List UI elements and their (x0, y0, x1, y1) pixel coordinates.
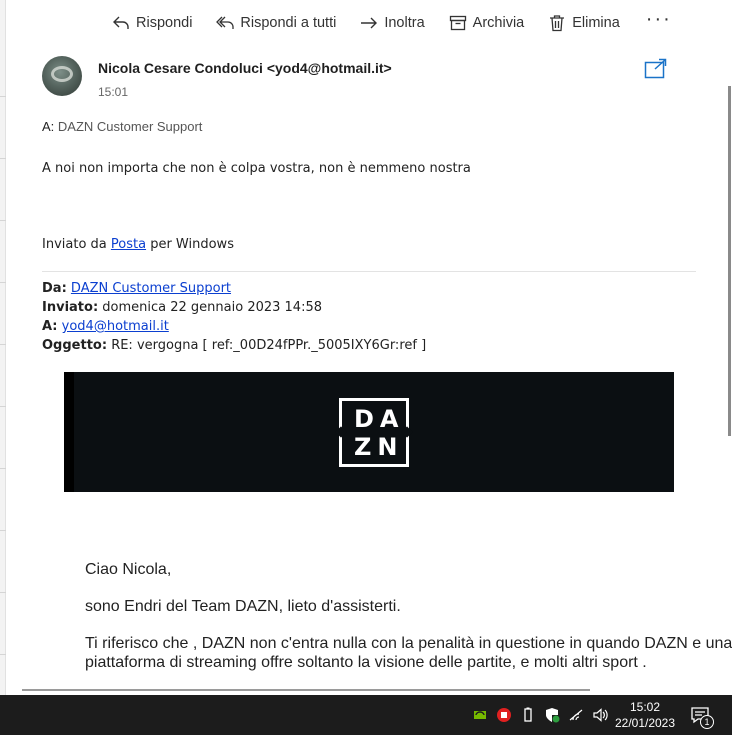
nvidia-icon[interactable] (472, 707, 488, 723)
logo-line2: ZN (354, 433, 404, 461)
reply-all-icon (216, 16, 235, 29)
sender[interactable]: Nicola Cesare Condoluci <yod4@hotmail.it… (98, 60, 392, 76)
quote-divider (42, 271, 696, 272)
app-tray-icon[interactable] (496, 707, 512, 723)
open-new-window-icon[interactable] (644, 58, 668, 80)
trash-icon (550, 15, 565, 32)
quoted-to-label: A: (42, 319, 58, 334)
forward-button[interactable]: Inoltra (348, 8, 436, 38)
system-clock[interactable]: 15:02 22/01/2023 (610, 699, 680, 731)
reply-all-label: Rispondi a tutti (240, 15, 337, 31)
to-recipient[interactable]: DAZN Customer Support (58, 119, 203, 134)
reply-all-button[interactable]: Rispondi a tutti (204, 8, 348, 38)
quoted-from-row: Da: DAZN Customer Support (42, 279, 426, 298)
reply-label: Rispondi (136, 15, 193, 31)
to-label: A: (42, 119, 55, 134)
reply-paragraph-line2: piattaforma di streaming offre soltanto … (85, 654, 647, 671)
forward-label: Inoltra (384, 15, 425, 31)
reply-paragraph-line1: Ti riferisco che , DAZN non c'entra null… (85, 635, 732, 652)
delete-button[interactable]: Elimina (536, 8, 632, 38)
usb-icon[interactable] (520, 707, 536, 723)
archive-button[interactable]: Archivia (437, 8, 537, 38)
left-panel-edge (0, 0, 6, 695)
vertical-scrollbar[interactable] (728, 86, 731, 436)
signature: Inviato da Posta per Windows (42, 237, 234, 252)
horizontal-scrollbar[interactable] (22, 689, 590, 691)
sender-email: <yod4@hotmail.it> (266, 60, 392, 76)
message-body-line: A noi non importa che non è colpa vostra… (42, 161, 471, 176)
signature-prefix: Inviato da (42, 237, 107, 252)
wifi-icon[interactable] (568, 707, 584, 723)
reply-intro: sono Endri del Team DAZN, lieto d'assist… (85, 598, 401, 615)
logo-line1: DA (354, 405, 405, 433)
quoted-to-row: A: yod4@hotmail.it (42, 317, 426, 336)
dazn-logo: DA ZN (335, 398, 413, 467)
archive-icon (449, 15, 466, 31)
security-shield-icon[interactable] (544, 707, 560, 723)
message-header: Nicola Cesare Condoluci <yod4@hotmail.it… (42, 56, 682, 100)
more-icon: ··· (645, 7, 672, 30)
sent-time: 15:01 (98, 85, 129, 99)
to-email-link[interactable]: yod4@hotmail.it (62, 319, 169, 334)
clock-time: 15:02 (629, 700, 661, 714)
system-tray (468, 695, 612, 735)
from-link[interactable]: DAZN Customer Support (71, 281, 231, 296)
from-label: Da: (42, 281, 67, 296)
quoted-header: Da: DAZN Customer Support Inviato: domen… (42, 279, 426, 355)
recipient-line: A: DAZN Customer Support (42, 119, 202, 134)
delete-label: Elimina (572, 15, 620, 31)
taskbar: 15:02 22/01/2023 1 (0, 695, 732, 735)
sent-value: domenica 22 gennaio 2023 14:58 (102, 300, 322, 315)
sender-name: Nicola Cesare Condoluci (98, 60, 263, 76)
signature-suffix: per Windows (150, 237, 234, 252)
sent-label: Inviato: (42, 300, 99, 315)
reply-icon (113, 16, 129, 29)
reply-button[interactable]: Rispondi (100, 8, 204, 38)
dazn-banner: DA ZN (64, 372, 674, 492)
forward-arrow-icon (361, 17, 378, 29)
quoted-subject-row: Oggetto: RE: vergogna [ ref:_00D24fPPr._… (42, 336, 426, 355)
message-toolbar: Rispondi Rispondi a tutti Inoltra Archiv… (100, 8, 682, 38)
subject-label: Oggetto: (42, 338, 108, 353)
clock-date: 22/01/2023 (614, 716, 676, 730)
subject-value: RE: vergogna [ ref:_00D24fPPr._5005IXY6G… (111, 338, 427, 353)
speaker-icon[interactable] (592, 707, 608, 723)
posta-link[interactable]: Posta (111, 237, 146, 252)
reply-greeting: Ciao Nicola, (85, 561, 172, 578)
archive-label: Archivia (472, 15, 525, 31)
avatar[interactable] (42, 56, 82, 96)
notification-count-badge: 1 (700, 715, 714, 729)
more-actions-button[interactable]: ··· (632, 8, 682, 38)
quoted-sent-row: Inviato: domenica 22 gennaio 2023 14:58 (42, 298, 426, 317)
